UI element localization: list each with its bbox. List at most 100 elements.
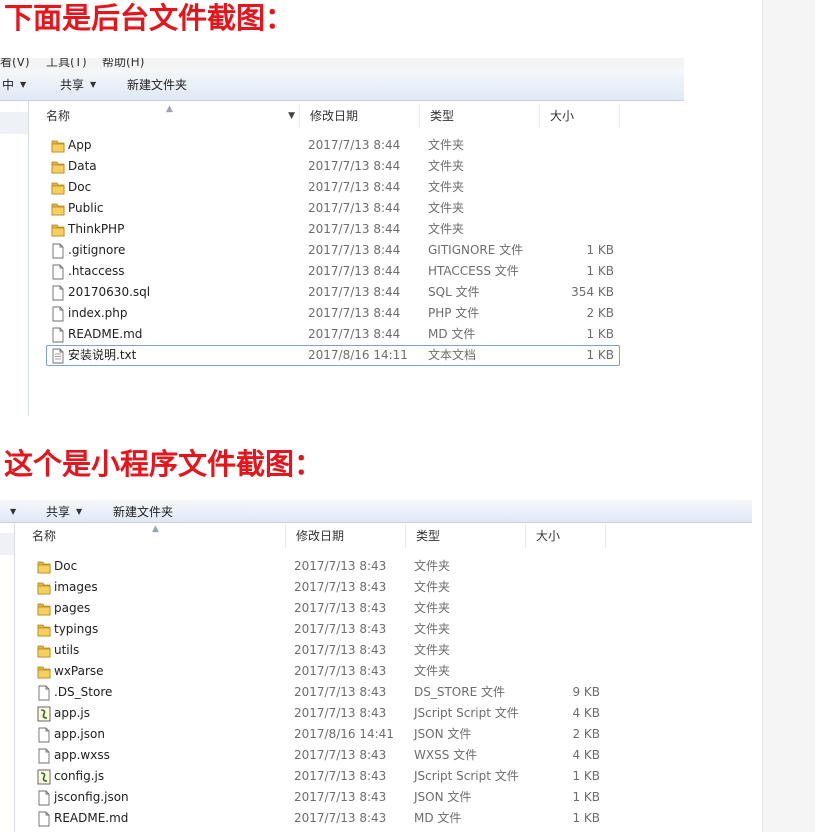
toolbar-new-folder-button[interactable]: 新建文件夹 xyxy=(127,69,187,100)
file-row[interactable]: app.json 2017/8/16 14:41 JSON 文件 2 KB xyxy=(0,724,752,745)
file-row[interactable]: config.js 2017/7/13 8:43 JScript Script 文件… xyxy=(0,766,752,787)
column-header-name[interactable]: 名称 ▲ ▼ xyxy=(36,104,300,128)
file-row[interactable]: README.md 2017/7/13 8:44 MD 文件 1 KB xyxy=(0,324,684,345)
file-type: 文件夹 xyxy=(428,222,465,236)
file-row[interactable]: .gitignore 2017/7/13 8:44 GITIGNORE 文件 1 KB xyxy=(0,240,684,261)
column-size-label: 大小 xyxy=(536,529,561,543)
file-icon xyxy=(50,306,66,322)
file-name: .gitignore xyxy=(68,243,126,257)
file-size: 2 KB xyxy=(586,306,614,320)
menu-item-view[interactable]: 看(V) xyxy=(0,58,30,69)
file-size: 1 KB xyxy=(572,811,600,825)
sort-ascending-icon: ▲ xyxy=(152,524,159,534)
toolbar-include-button[interactable]: 中 ▼ xyxy=(2,69,26,100)
file-type: 文件夹 xyxy=(428,138,465,152)
file-icon xyxy=(36,790,52,806)
column-header-name[interactable]: 名称 ▲ xyxy=(22,524,286,548)
file-name: config.js xyxy=(54,769,105,783)
file-name: images xyxy=(54,580,98,594)
column-header-type[interactable]: 类型 xyxy=(420,104,540,128)
file-row[interactable]: pages 2017/7/13 8:43 文件夹 xyxy=(0,598,752,619)
file-icon xyxy=(36,811,52,827)
file-row[interactable]: .DS_Store 2017/7/13 8:43 DS_STORE 文件 9 KB xyxy=(0,682,752,703)
file-row[interactable]: Doc 2017/7/13 8:44 文件夹 xyxy=(0,177,684,198)
file-type: WXSS 文件 xyxy=(414,748,478,762)
file-type: HTACCESS 文件 xyxy=(428,264,519,278)
file-name: Public xyxy=(68,201,104,215)
file-row[interactable]: Public 2017/7/13 8:44 文件夹 xyxy=(0,198,684,219)
file-icon xyxy=(50,327,66,343)
file-name: jsconfig.json xyxy=(54,790,129,804)
file-row[interactable]: Data 2017/7/13 8:44 文件夹 xyxy=(0,156,684,177)
toolbar-share-label: 共享 xyxy=(46,504,71,519)
file-modified-date: 2017/7/13 8:44 xyxy=(308,138,401,152)
file-row[interactable]: app.wxss 2017/7/13 8:43 WXSS 文件 4 KB xyxy=(0,745,752,766)
file-modified-date: 2017/7/13 8:43 xyxy=(294,769,387,783)
file-icon xyxy=(50,264,66,280)
text-file-icon xyxy=(50,348,66,364)
file-name: .htaccess xyxy=(68,264,125,278)
menu-item-tools[interactable]: 工具(T) xyxy=(46,58,87,69)
file-icon xyxy=(50,243,66,259)
file-type: 文本文档 xyxy=(428,348,477,362)
menu-bar: 看(V) 工具(T) 帮助(H) xyxy=(0,58,684,69)
file-size xyxy=(520,598,600,619)
file-name: README.md xyxy=(68,327,143,341)
column-header-row: 名称 ▲ ▼ 修改日期 类型 大小 xyxy=(36,104,636,128)
backend-caption: 下面是后台文件截图： xyxy=(4,1,295,35)
file-row[interactable]: utils 2017/7/13 8:43 文件夹 xyxy=(0,640,752,661)
file-row[interactable]: 20170630.sql 2017/7/13 8:44 SQL 文件 354 KB xyxy=(0,282,684,303)
file-row[interactable]: images 2017/7/13 8:43 文件夹 xyxy=(0,577,752,598)
file-type: JScript Script 文件 xyxy=(414,769,519,783)
file-size xyxy=(520,661,600,682)
file-modified-date: 2017/7/13 8:43 xyxy=(294,601,387,615)
file-type: 文件夹 xyxy=(428,180,465,194)
file-row[interactable]: Doc 2017/7/13 8:43 文件夹 xyxy=(0,556,752,577)
column-header-size[interactable]: 大小 xyxy=(526,524,606,548)
file-modified-date: 2017/7/13 8:43 xyxy=(294,559,387,573)
file-row[interactable]: jsconfig.json 2017/7/13 8:43 JSON 文件 1 KB xyxy=(0,787,752,808)
column-size-label: 大小 xyxy=(550,109,575,123)
file-modified-date: 2017/7/13 8:43 xyxy=(294,706,387,720)
file-size xyxy=(534,219,614,240)
script-file-icon xyxy=(36,769,52,785)
file-modified-date: 2017/7/13 8:44 xyxy=(308,159,401,173)
file-row[interactable]: wxParse 2017/7/13 8:43 文件夹 xyxy=(0,661,752,682)
file-row[interactable]: .htaccess 2017/7/13 8:44 HTACCESS 文件 1 KB xyxy=(0,261,684,282)
menu-item-help[interactable]: 帮助(H) xyxy=(102,58,144,69)
toolbar-share-button[interactable]: 共享 ▼ xyxy=(60,69,96,100)
column-name-label: 名称 xyxy=(46,109,71,123)
file-size: 1 KB xyxy=(586,327,614,341)
backend-explorer-panel: 看(V) 工具(T) 帮助(H) 中 ▼ 共享 ▼ 新建文件夹 名称 ▲ ▼ 修… xyxy=(0,58,684,416)
column-header-modified[interactable]: 修改日期 xyxy=(300,104,420,128)
file-type: 文件夹 xyxy=(414,601,451,615)
file-size xyxy=(520,577,600,598)
column-modified-label: 修改日期 xyxy=(296,529,345,543)
toolbar-new-folder-button[interactable]: 新建文件夹 xyxy=(113,500,173,522)
miniprogram-caption: 这个是小程序文件截图： xyxy=(4,447,324,481)
column-header-size[interactable]: 大小 xyxy=(540,104,620,128)
folder-icon xyxy=(36,580,52,596)
column-header-type[interactable]: 类型 xyxy=(406,524,526,548)
file-name: App xyxy=(68,138,92,152)
file-row[interactable]: App 2017/7/13 8:44 文件夹 xyxy=(0,135,684,156)
file-row[interactable]: 安装说明.txt 2017/8/16 14:11 文本文档 1 KB xyxy=(0,345,684,366)
file-row[interactable]: README.md 2017/7/13 8:43 MD 文件 1 KB xyxy=(0,808,752,829)
file-name: utils xyxy=(54,643,80,657)
toolbar-share-button[interactable]: 共享 ▼ xyxy=(46,500,82,522)
chevron-down-icon: ▼ xyxy=(76,506,83,516)
file-row[interactable]: typings 2017/7/13 8:43 文件夹 xyxy=(0,619,752,640)
toolbar-include-label: 中 xyxy=(2,78,15,92)
file-row[interactable]: index.php 2017/7/13 8:44 PHP 文件 2 KB xyxy=(0,303,684,324)
file-type: 文件夹 xyxy=(414,580,451,594)
page-right-gutter xyxy=(762,0,815,832)
file-name: app.js xyxy=(54,706,90,720)
file-row[interactable]: app.js 2017/7/13 8:43 JScript Script 文件 4 K… xyxy=(0,703,752,724)
file-size xyxy=(534,156,614,177)
column-header-modified[interactable]: 修改日期 xyxy=(286,524,406,548)
file-row[interactable]: ThinkPHP 2017/7/13 8:44 文件夹 xyxy=(0,219,684,240)
file-type: 文件夹 xyxy=(428,201,465,215)
file-type: 文件夹 xyxy=(428,159,465,173)
toolbar-organize-button[interactable]: ▼ xyxy=(4,500,16,522)
folder-icon xyxy=(36,601,52,617)
